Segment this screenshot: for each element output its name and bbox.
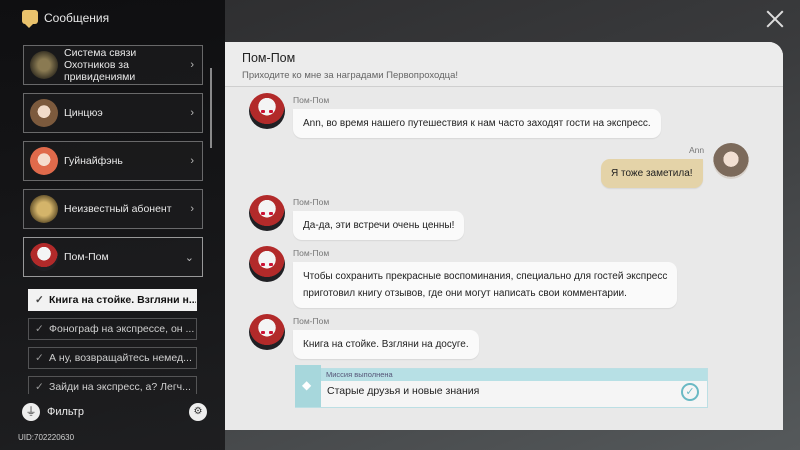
thread-label: Фонограф на экспрессе, он ... [49, 323, 195, 335]
guinaifen-avatar [30, 147, 58, 175]
message-bubble: Ann, во время нашего путешествия к нам ч… [293, 109, 661, 138]
message-sender: Пом-Пом [293, 95, 330, 105]
mission-title: Старые друзья и новые знания [327, 385, 480, 397]
pom-pom-avatar [249, 246, 285, 282]
pom-pom-avatar [249, 93, 285, 129]
thread-label: Зайди на экспресс, а? Легч... [49, 381, 191, 393]
pom-pom-avatar [249, 314, 285, 350]
chevron-right-icon: › [190, 203, 194, 215]
check-icon: ✓ [35, 323, 44, 335]
uid-label: UID:702220630 [18, 433, 75, 442]
message-sender: Ann [689, 145, 705, 155]
thread-label: А ну, возвращайтесь немед... [49, 352, 192, 364]
contact-unknown[interactable]: Неизвестный абонент › [23, 189, 203, 229]
chevron-down-icon: ⌄ [184, 252, 194, 264]
contact-qingque[interactable]: Цинцюэ › [23, 93, 203, 133]
messages-icon [22, 10, 38, 28]
unknown-avatar [30, 195, 58, 223]
contact-label: Цинцюэ [64, 107, 103, 119]
contact-ghost-hunters[interactable]: Система связи Охотников за привидениями … [23, 45, 203, 85]
mission-card[interactable]: Миссия выполнена Старые друзья и новые з… [295, 365, 708, 408]
thread-item[interactable]: ✓ Зайди на экспресс, а? Легч... [28, 376, 197, 394]
chevron-right-icon: › [190, 59, 194, 71]
message-sender: Пом-Пом [293, 316, 330, 326]
chevron-right-icon: › [190, 155, 194, 167]
ann-avatar [713, 143, 749, 179]
filter-icon[interactable]: ⏚ [22, 403, 40, 421]
message-bubble: Чтобы сохранить прекрасные воспоминания,… [293, 262, 678, 308]
contact-pom-pom[interactable]: Пом-Пом ⌄ [23, 237, 203, 277]
check-icon: ✓ [35, 352, 44, 364]
ghost-hunters-avatar [30, 51, 58, 79]
top-bar: Сообщения [0, 0, 800, 38]
message-bubble: Да-да, эти встречи очень ценны! [293, 211, 465, 240]
chevron-right-icon: › [190, 107, 194, 119]
contact-label: Неизвестный абонент [64, 203, 172, 215]
message-line: приготовил книгу отзывов, где они могут … [303, 288, 627, 299]
checkmark-circle-icon: ✓ [681, 383, 699, 401]
contact-label: Система связи Охотников за привидениями [64, 47, 137, 83]
mission-header: Миссия выполнена [321, 369, 707, 381]
qingque-avatar [30, 99, 58, 127]
check-icon: ✓ [35, 294, 44, 306]
chat-header: Пом-Пом Приходите ко мне за наградами Пе… [225, 42, 783, 87]
check-icon: ✓ [35, 381, 44, 393]
close-button[interactable] [764, 8, 786, 30]
app-title: Сообщения [44, 11, 110, 25]
message-sender: Пом-Пом [293, 197, 330, 207]
thread-label: Книга на стойке. Взгляни н... [49, 294, 197, 306]
contact-guinaifen[interactable]: Гуйнайфэнь › [23, 141, 203, 181]
contact-label: Пом-Пом [64, 251, 109, 263]
sidebar-scrollbar[interactable] [210, 68, 212, 148]
message-sender: Пом-Пом [293, 248, 330, 258]
chat-panel: Пом-Пом Приходите ко мне за наградами Пе… [225, 42, 783, 430]
pom-pom-avatar [249, 195, 285, 231]
chat-status: Приходите ко мне за наградами Первопрохо… [242, 70, 459, 81]
mission-flag-icon [295, 365, 321, 407]
contact-label: Гуйнайфэнь [64, 155, 123, 167]
pom-pom-avatar [30, 243, 58, 271]
thread-item[interactable]: ✓ Фонограф на экспрессе, он ... [28, 318, 197, 340]
message-line: Чтобы сохранить прекрасные воспоминания,… [303, 271, 668, 282]
message-bubble: Книга на стойке. Взгляни на досуге. [293, 330, 479, 359]
thread-item-active[interactable]: ✓ Книга на стойке. Взгляни н... [28, 289, 197, 311]
message-bubble: Я тоже заметила! [601, 159, 703, 188]
thread-item[interactable]: ✓ А ну, возвращайтесь немед... [28, 347, 197, 369]
chat-name: Пом-Пом [242, 51, 296, 65]
filter-label[interactable]: Фильтр [47, 406, 84, 418]
filter-settings-icon[interactable]: ⚙ [189, 403, 207, 421]
